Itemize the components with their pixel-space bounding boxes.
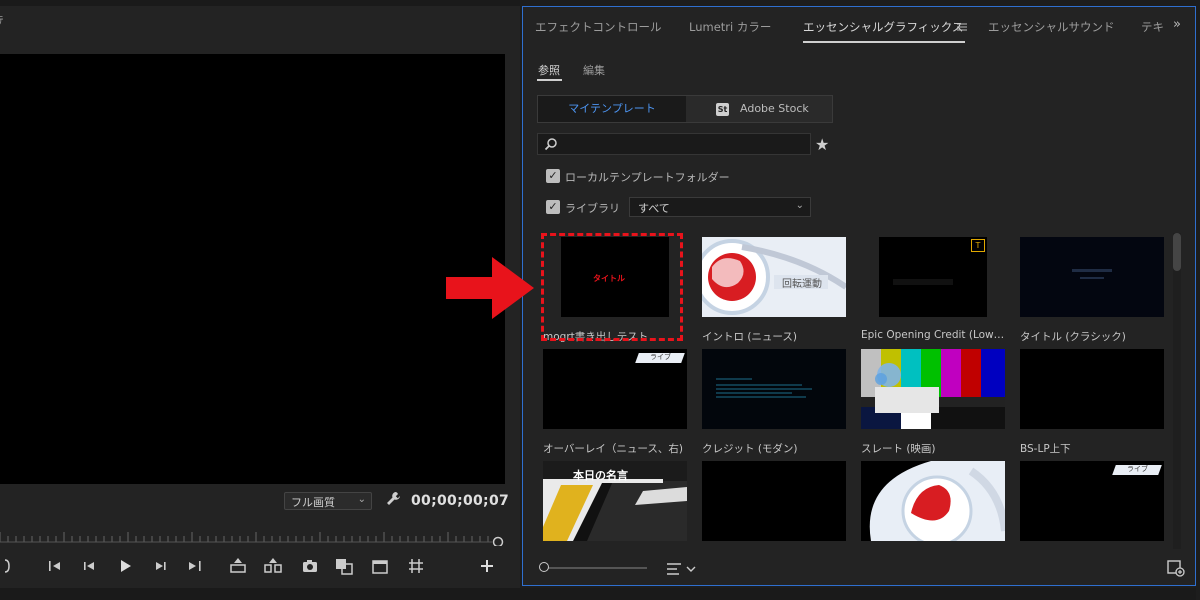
template-label: スレート (映画)	[861, 443, 936, 455]
template-thumb-text: 本日の名言	[573, 469, 628, 482]
video-preview[interactable]	[0, 54, 505, 484]
template-thumbnail	[861, 461, 1005, 541]
subtab-browse[interactable]: 参照	[538, 62, 560, 78]
template-thumbnail: ライブ	[543, 349, 687, 429]
template-grid: タイトル mogrt書き出しテスト 回転運動 イントロ (ニュース) T Epi…	[523, 233, 1175, 553]
panel-footer	[523, 553, 1195, 585]
play-icon[interactable]	[115, 556, 135, 576]
essential-graphics-panel: エフェクトコントロール Lumetri カラー エッセンシャルグラフィックス エ…	[522, 6, 1196, 586]
playback-quality-value: フル画質	[291, 496, 335, 509]
active-tab-indicator	[803, 41, 965, 43]
panel-menu-icon[interactable]	[957, 23, 967, 31]
new-item-icon[interactable]	[1167, 559, 1185, 577]
adobe-stock-button[interactable]: St Adobe Stock	[686, 96, 832, 122]
transport-controls	[0, 556, 505, 578]
tab-overflow-icon[interactable]: »	[1173, 17, 1181, 32]
thumb-detail	[1080, 277, 1104, 279]
monitor-title: ﾃ	[0, 14, 4, 27]
mark-out-icon[interactable]	[0, 556, 20, 576]
library-select-value: すべて	[638, 202, 670, 215]
template-thumbnail: ライブ	[1020, 461, 1164, 541]
tab-text[interactable]: テキ	[1141, 19, 1164, 35]
template-label: BS-LP上下	[1020, 443, 1071, 455]
sort-menu-icon[interactable]	[667, 561, 699, 577]
wrench-icon[interactable]	[385, 490, 401, 508]
thumbnail-size-slider[interactable]	[547, 567, 647, 569]
step-back-icon[interactable]	[80, 556, 100, 576]
template-thumbnail	[1020, 237, 1164, 317]
compare-view-icon[interactable]	[334, 556, 354, 576]
template-thumbnail	[861, 349, 1005, 429]
adobe-stock-label: Adobe Stock	[740, 102, 809, 115]
playhead-end-handle	[492, 536, 504, 546]
go-to-in-icon[interactable]	[46, 556, 66, 576]
template-thumb-text: ライブ	[650, 353, 671, 361]
highlight-frame	[541, 233, 683, 341]
template-label: Epic Opening Credit (Low…	[861, 329, 1005, 341]
scrollbar-thumb[interactable]	[1173, 233, 1181, 271]
tab-essential-sound[interactable]: エッセンシャルサウンド	[988, 19, 1115, 35]
camera-icon[interactable]	[300, 556, 320, 576]
local-folder-label: ローカルテンプレートフォルダー	[565, 171, 730, 184]
playhead-ruler[interactable]	[0, 522, 505, 546]
template-label: オーバーレイ（ニュース、右)	[543, 443, 683, 455]
add-button-icon[interactable]	[477, 556, 497, 576]
slider-handle[interactable]	[539, 562, 549, 572]
tab-effect-controls[interactable]: エフェクトコントロール	[535, 19, 662, 35]
active-subtab-indicator	[537, 79, 562, 81]
bottom-border	[0, 588, 1200, 600]
template-source-toggle: マイテンプレート St Adobe Stock	[537, 95, 833, 123]
local-folder-checkbox[interactable]: ✓	[546, 169, 560, 183]
text-template-icon: T	[971, 239, 985, 252]
template-thumbnail: 本日の名言	[543, 461, 687, 541]
library-label: ライブラリ	[565, 202, 620, 215]
subtab-edit[interactable]: 編集	[583, 62, 605, 78]
adobe-stock-icon: St	[716, 103, 729, 116]
thumb-detail	[1072, 269, 1112, 272]
library-select[interactable]: すべて ⌄	[629, 197, 811, 217]
template-label: イントロ (ニュース)	[702, 331, 798, 343]
search-icon	[544, 138, 557, 151]
playback-quality-select[interactable]: フル画質 ⌄	[284, 492, 372, 510]
template-thumbnail	[1020, 349, 1164, 429]
thumb-detail	[893, 279, 953, 285]
lift-icon[interactable]	[228, 556, 248, 576]
red-arrow-annotation	[446, 257, 534, 319]
template-thumbnail	[702, 461, 846, 541]
tab-essential-graphics[interactable]: エッセンシャルグラフィックス	[803, 19, 963, 35]
my-templates-button[interactable]: マイテンプレート	[538, 96, 686, 122]
vr-video-icon[interactable]	[370, 556, 390, 576]
go-to-out-icon[interactable]	[184, 556, 204, 576]
right-border	[1196, 0, 1200, 600]
template-label: クレジット (モダン)	[702, 443, 798, 455]
step-forward-icon[interactable]	[150, 556, 170, 576]
panel-tab-bar: エフェクトコントロール Lumetri カラー エッセンシャルグラフィックス エ…	[523, 7, 1195, 47]
template-thumbnail	[702, 349, 846, 429]
chevron-down-icon: ⌄	[357, 494, 366, 505]
chevron-down-icon: ⌄	[795, 200, 804, 211]
template-label: タイトル (クラシック)	[1020, 331, 1126, 343]
tab-lumetri-color[interactable]: Lumetri カラー	[689, 19, 771, 35]
template-thumb-text: ライブ	[1127, 465, 1148, 473]
timecode-display[interactable]: 00;00;00;07	[411, 493, 509, 509]
star-icon[interactable]: ★	[815, 135, 829, 154]
monitor-top-bar	[0, 0, 520, 6]
template-thumbnail: T	[879, 237, 987, 317]
search-input[interactable]	[537, 133, 811, 155]
template-thumbnail: 回転運動	[702, 237, 846, 317]
template-thumb-text: 回転運動	[782, 279, 822, 290]
safe-margins-icon[interactable]	[406, 556, 426, 576]
grid-scrollbar[interactable]	[1173, 233, 1181, 549]
extract-icon[interactable]	[263, 556, 283, 576]
library-checkbox[interactable]: ✓	[546, 200, 560, 214]
